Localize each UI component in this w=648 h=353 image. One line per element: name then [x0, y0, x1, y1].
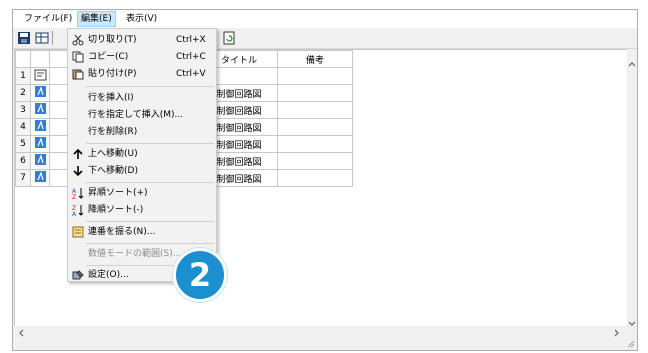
- drawing-type-icon: [34, 171, 46, 182]
- menu-item-label: コピー(C): [88, 52, 129, 62]
- step-number-badge: 2: [173, 248, 227, 302]
- resize-grip-icon[interactable]: [627, 340, 635, 348]
- menu-separator: [86, 86, 214, 87]
- menu-item-label: 行を削除(R): [88, 127, 138, 137]
- menu-item-label: 行を指定して挿入(M)...: [88, 110, 184, 120]
- menu-item-label: 行を挿入(I): [88, 93, 134, 103]
- menu-item-label: 降順ソート(-): [88, 205, 144, 215]
- toolbar-separator: [52, 31, 53, 45]
- menu-item-shortcut: Ctrl+C: [176, 52, 206, 62]
- drawing-type-icon: [34, 137, 46, 148]
- notes-cell[interactable]: [277, 84, 353, 102]
- svg-text:Z: Z: [72, 194, 76, 199]
- menu-item-sort-descending[interactable]: ZA 降順ソート(-): [68, 202, 216, 219]
- icon-column-header: [30, 50, 50, 68]
- menu-view[interactable]: 表示(V): [123, 12, 160, 26]
- svg-text:A: A: [72, 211, 77, 216]
- menu-item-move-down[interactable]: 下へ移動(D): [68, 163, 216, 180]
- drawing-type-icon: [34, 86, 46, 97]
- numbering-icon: [72, 226, 84, 238]
- menu-separator: [86, 243, 214, 244]
- status-bar: [13, 338, 637, 350]
- row-type-cell[interactable]: [30, 101, 50, 119]
- menu-item-insert-row-at[interactable]: 行を指定して挿入(M)...: [68, 107, 216, 124]
- row-number[interactable]: 4: [15, 118, 31, 136]
- menu-item-delete-row[interactable]: 行を削除(R): [68, 124, 216, 141]
- menu-separator: [86, 221, 214, 222]
- table-icon[interactable]: [35, 31, 49, 45]
- menu-item-shortcut: Ctrl+X: [176, 35, 206, 45]
- arrow-down-icon: [73, 166, 83, 177]
- menu-edit[interactable]: 編集(E): [77, 11, 116, 27]
- menu-file[interactable]: ファイル(F): [21, 12, 75, 26]
- menu-item-label: 数値モードの範囲(S)...: [88, 249, 182, 259]
- drawing-type-icon: [34, 120, 46, 131]
- menu-item-copy[interactable]: コピー(C) Ctrl+C: [68, 49, 216, 66]
- row-type-cell[interactable]: [30, 169, 50, 187]
- horizontal-scrollbar[interactable]: [14, 326, 627, 338]
- notes-cell[interactable]: [277, 67, 353, 85]
- row-type-cell[interactable]: [30, 118, 50, 136]
- menu-item-cut[interactable]: 切り取り(T) Ctrl+X: [68, 32, 216, 49]
- menu-item-numbering[interactable]: 連番を振る(N)...: [68, 224, 216, 241]
- menu-item-label: 切り取り(T): [88, 35, 137, 45]
- menu-item-shortcut: Ctrl+V: [176, 69, 206, 79]
- scroll-left-icon[interactable]: [18, 329, 24, 337]
- menu-item-sort-ascending[interactable]: AZ 昇順ソート(+): [68, 185, 216, 202]
- scissors-icon: [72, 34, 84, 46]
- row-number[interactable]: 3: [15, 101, 31, 119]
- vertical-scrollbar[interactable]: [627, 49, 637, 327]
- edit-menu-dropdown: 切り取り(T) Ctrl+X コピー(C) Ctrl+C 貼り付け(P) Ctr…: [67, 28, 217, 282]
- paste-icon: [72, 69, 84, 80]
- notes-cell[interactable]: [277, 135, 353, 153]
- menu-item-label: 上へ移動(U): [88, 149, 138, 159]
- notes-cell[interactable]: [277, 169, 353, 187]
- menu-item-label: 昇順ソート(+): [88, 188, 148, 198]
- menu-item-label: 貼り付け(P): [88, 69, 137, 79]
- save-icon[interactable]: [17, 31, 31, 45]
- sort-descending-icon: ZA: [72, 205, 84, 216]
- row-type-cell[interactable]: [30, 67, 50, 85]
- row-number[interactable]: 1: [15, 67, 31, 85]
- notes-cell[interactable]: [277, 152, 353, 170]
- arrow-up-icon: [73, 148, 83, 159]
- row-type-cell[interactable]: [30, 152, 50, 170]
- corner-cell: [15, 50, 31, 68]
- sort-ascending-icon: AZ: [72, 188, 84, 199]
- settings-icon: [72, 270, 84, 280]
- menu-item-insert-row[interactable]: 行を挿入(I): [68, 90, 216, 107]
- row-number[interactable]: 5: [15, 135, 31, 153]
- scroll-right-icon[interactable]: [614, 329, 620, 337]
- edit-sheet-icon: [34, 69, 46, 80]
- menu-item-label: 設定(O)...: [88, 270, 129, 280]
- menu-item-label: 下へ移動(D): [88, 166, 138, 176]
- drawing-type-icon: [34, 154, 46, 165]
- drawing-type-icon: [34, 103, 46, 114]
- menu-item-paste[interactable]: 貼り付け(P) Ctrl+V: [68, 66, 216, 83]
- row-number[interactable]: 2: [15, 84, 31, 102]
- row-type-cell[interactable]: [30, 84, 50, 102]
- scroll-down-icon[interactable]: [628, 321, 636, 327]
- row-number[interactable]: 7: [15, 169, 31, 187]
- row-type-cell[interactable]: [30, 135, 50, 153]
- scroll-up-icon[interactable]: [628, 61, 636, 67]
- document-refresh-icon[interactable]: [222, 31, 236, 45]
- notes-cell[interactable]: [277, 101, 353, 119]
- menu-separator: [86, 143, 214, 144]
- menu-item-label: 連番を振る(N)...: [88, 227, 156, 237]
- menu-item-move-up[interactable]: 上へ移動(U): [68, 146, 216, 163]
- copy-icon: [72, 51, 84, 63]
- menu-bar: ファイル(F) 編集(E) 表示(V): [13, 10, 637, 28]
- row-number[interactable]: 6: [15, 152, 31, 170]
- notes-cell[interactable]: [277, 118, 353, 136]
- menu-separator: [86, 182, 214, 183]
- column-header-notes[interactable]: 備考: [277, 50, 353, 68]
